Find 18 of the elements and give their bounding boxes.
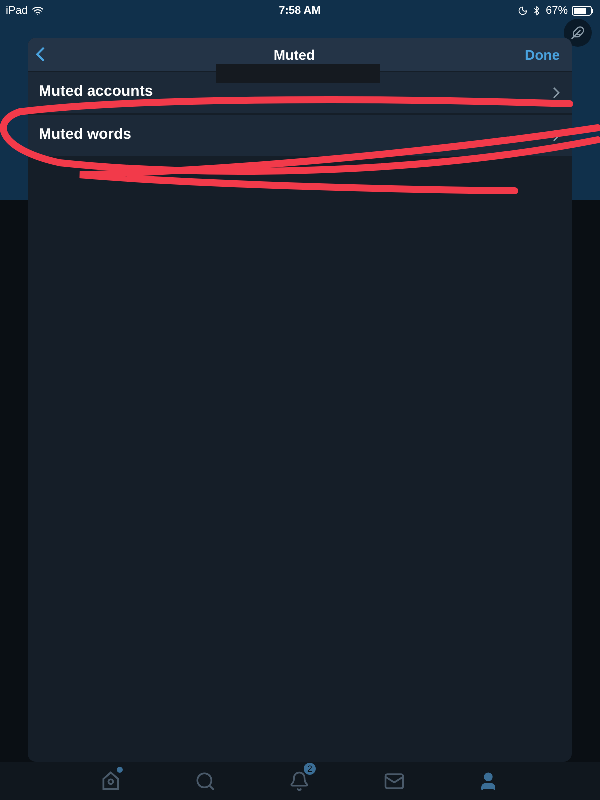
chevron-icon xyxy=(553,86,560,98)
device-name: iPad xyxy=(6,4,28,19)
tab-bar-item[interactable]: 2 xyxy=(280,763,320,799)
back-chevron-icon xyxy=(36,47,45,62)
battery-icon xyxy=(572,6,594,16)
moon-icon xyxy=(518,6,528,16)
bell-icon xyxy=(289,770,310,792)
mail-icon xyxy=(384,770,405,792)
notification-count: 2 xyxy=(304,763,316,775)
feather-icon xyxy=(571,26,585,40)
home-icon xyxy=(100,770,122,792)
done-button[interactable]: Done xyxy=(521,44,564,64)
status-time: 7:58 AM xyxy=(279,4,321,19)
bluetooth-icon xyxy=(532,6,542,16)
settings-row[interactable]: Muted words xyxy=(28,115,572,156)
battery-percent: 67% xyxy=(546,4,568,19)
search-icon xyxy=(195,770,216,792)
sheet-title: Muted xyxy=(274,46,316,64)
